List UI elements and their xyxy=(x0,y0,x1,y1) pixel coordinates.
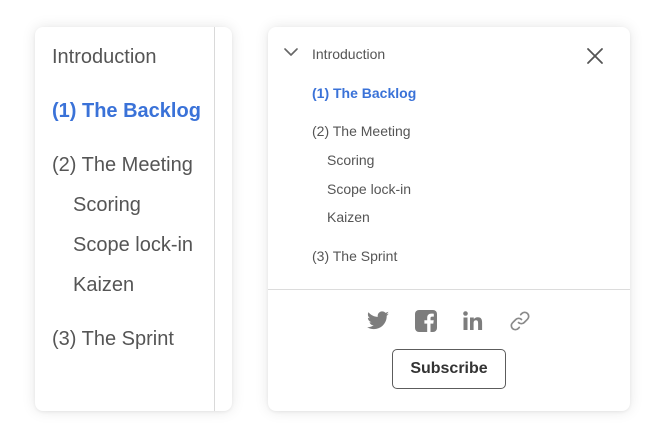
sidebar-divider xyxy=(214,27,215,411)
twitter-icon[interactable] xyxy=(366,309,390,333)
panel-item-kaizen[interactable]: Kaizen xyxy=(327,209,370,225)
toc-item-the-sprint[interactable]: (3) The Sprint xyxy=(52,328,174,351)
toc-item-the-meeting[interactable]: (2) The Meeting xyxy=(52,154,193,177)
panel-item-the-sprint[interactable]: (3) The Sprint xyxy=(312,248,397,264)
toc-sidebar: Introduction (1) The Backlog (2) The Mee… xyxy=(35,27,232,411)
toc-item-kaizen[interactable]: Kaizen xyxy=(73,274,134,297)
toc-item-introduction[interactable]: Introduction xyxy=(52,46,157,69)
facebook-icon[interactable] xyxy=(414,309,438,333)
subscribe-button[interactable]: Subscribe xyxy=(392,349,506,389)
toc-item-scoring[interactable]: Scoring xyxy=(73,194,141,217)
section-title-introduction[interactable]: Introduction xyxy=(312,46,385,62)
toc-item-the-backlog[interactable]: (1) The Backlog xyxy=(52,100,201,123)
panel-item-scope-lock-in[interactable]: Scope lock-in xyxy=(327,181,411,197)
panel-item-the-meeting[interactable]: (2) The Meeting xyxy=(312,123,411,139)
linkedin-icon[interactable] xyxy=(461,309,485,333)
toc-popup-panel: Introduction (1) The Backlog (2) The Mee… xyxy=(268,27,630,411)
close-icon[interactable] xyxy=(586,47,604,65)
panel-item-the-backlog[interactable]: (1) The Backlog xyxy=(312,85,416,101)
panel-divider xyxy=(268,289,630,290)
link-icon[interactable] xyxy=(508,309,532,333)
chevron-down-icon[interactable] xyxy=(284,47,298,57)
panel-item-scoring[interactable]: Scoring xyxy=(327,152,374,168)
toc-item-scope-lock-in[interactable]: Scope lock-in xyxy=(73,234,193,257)
